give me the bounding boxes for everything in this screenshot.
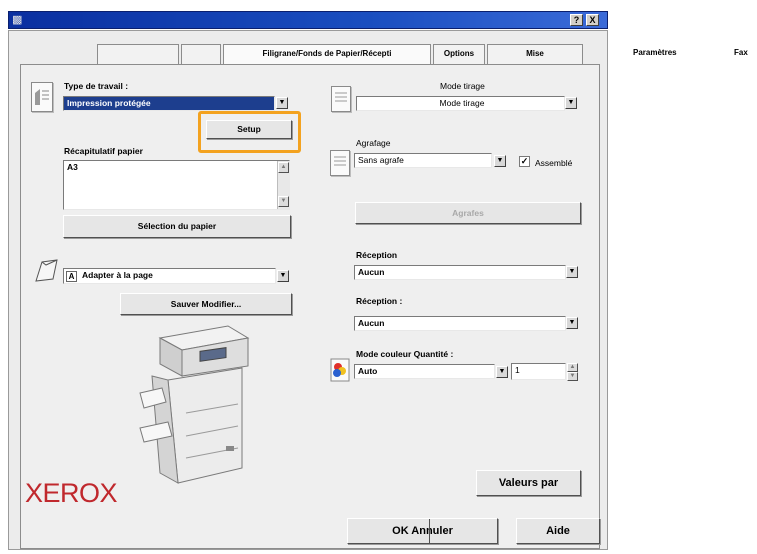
- paper-summary-scrollbar[interactable]: ▲ ▼: [277, 161, 289, 209]
- help-aide-button[interactable]: Aide: [516, 518, 600, 544]
- title-bar: ▩ ? X: [8, 11, 608, 29]
- reception1-label: Réception: [356, 250, 398, 260]
- tab-fax[interactable]: Fax: [734, 48, 748, 57]
- setup-button[interactable]: Setup: [206, 120, 292, 139]
- save-modify-button[interactable]: Sauver Modifier...: [120, 293, 292, 315]
- chevron-down-icon[interactable]: ▼: [277, 270, 289, 282]
- fit-page-icon: A: [66, 271, 77, 282]
- print-mode-icon: [331, 86, 351, 112]
- quantity-down-icon[interactable]: ▼: [567, 372, 578, 381]
- close-button[interactable]: X: [586, 14, 599, 26]
- paper-select-button[interactable]: Sélection du papier: [63, 215, 291, 238]
- collate-checkbox[interactable]: ✓: [519, 156, 530, 167]
- paper-summary-item: A3: [67, 162, 78, 172]
- reception2-label: Réception :: [356, 296, 403, 306]
- scroll-down-icon[interactable]: ▼: [278, 196, 289, 207]
- staple-icon: [330, 150, 350, 176]
- print-mode-select[interactable]: Mode tirage: [356, 96, 565, 111]
- tab-layout[interactable]: Mise: [487, 44, 583, 64]
- defaults-button[interactable]: Valeurs par: [476, 470, 581, 496]
- chevron-down-icon[interactable]: ▼: [566, 266, 578, 278]
- job-type-select[interactable]: Impression protégée: [63, 96, 275, 111]
- quantity-input[interactable]: 1: [511, 363, 566, 380]
- document-icon: [31, 82, 53, 112]
- paper-summary-label: Récapitulatif papier: [64, 146, 143, 156]
- collate-label: Assemblé: [535, 158, 573, 168]
- staples-button[interactable]: Agrafes: [355, 202, 581, 224]
- printer-illustration: [138, 318, 268, 493]
- staple-label: Agrafage: [356, 138, 391, 148]
- paper-summary-list[interactable]: A3: [63, 160, 290, 210]
- tab-blank-1[interactable]: [97, 44, 179, 64]
- tab-blank-2[interactable]: [181, 44, 221, 64]
- color-quantity-label: Mode couleur Quantité :: [356, 349, 454, 359]
- tab-parameters[interactable]: Paramètres: [633, 48, 677, 57]
- chevron-down-icon[interactable]: ▼: [566, 317, 578, 329]
- reception2-select[interactable]: Aucun: [354, 316, 566, 331]
- scroll-up-icon[interactable]: ▲: [278, 162, 289, 173]
- print-mode-label: Mode tirage: [440, 81, 485, 91]
- tab-options[interactable]: Options: [433, 44, 485, 64]
- chevron-down-icon[interactable]: ▼: [496, 366, 508, 378]
- color-mode-select[interactable]: Auto: [354, 364, 495, 379]
- tab-watermark[interactable]: Filigrane/Fonds de Papier/Récepti: [223, 44, 431, 64]
- chevron-down-icon[interactable]: ▼: [276, 97, 288, 109]
- chevron-down-icon[interactable]: ▼: [494, 155, 506, 167]
- fit-select[interactable]: Adapter à la page: [63, 268, 276, 284]
- chevron-down-icon[interactable]: ▼: [565, 97, 577, 109]
- ok-cancel-button[interactable]: OK Annuler: [347, 518, 498, 544]
- staple-select[interactable]: Sans agrafe: [354, 153, 492, 168]
- help-button[interactable]: ?: [570, 14, 583, 26]
- folder-icon: [33, 256, 63, 286]
- button-divider: [429, 519, 430, 544]
- reception1-select[interactable]: Aucun: [354, 265, 566, 280]
- xerox-logo: XEROX: [25, 478, 118, 508]
- quantity-up-icon[interactable]: ▲: [567, 363, 578, 372]
- printer-app-icon: ▩: [12, 14, 23, 26]
- job-type-label: Type de travail :: [64, 81, 129, 91]
- color-mode-icon: [330, 357, 352, 383]
